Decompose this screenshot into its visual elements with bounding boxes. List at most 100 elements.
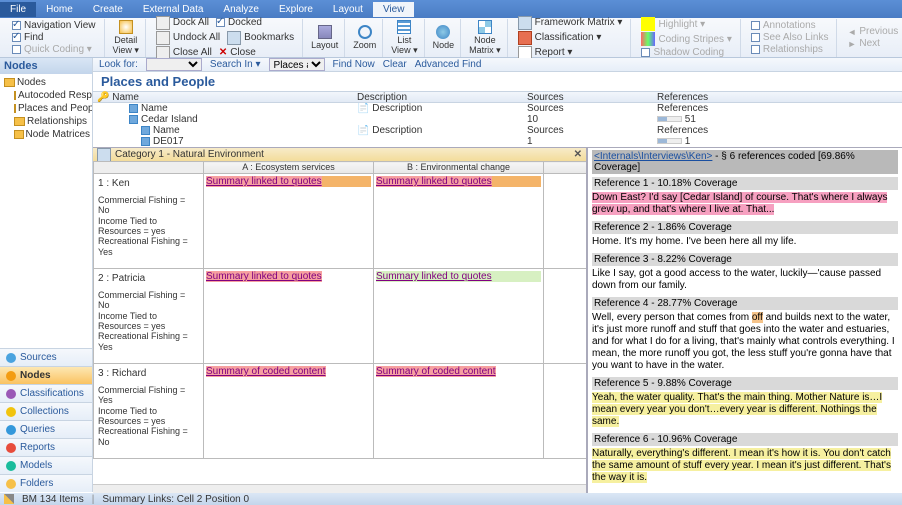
tree-item[interactable]: Places and People: [0, 102, 92, 115]
status-items: BM 134 Items: [22, 494, 84, 505]
advanced-find[interactable]: Advanced Find: [415, 59, 482, 70]
node-icon: [129, 104, 138, 113]
nav-nodes[interactable]: Nodes: [0, 366, 92, 384]
folder-icon: [14, 130, 24, 139]
matrix-cell[interactable]: Summary linked to quotes: [204, 174, 374, 269]
clear[interactable]: Clear: [383, 59, 407, 70]
matrix-row-header[interactable]: 2 : PatriciaCommercial Fishing = NoIncom…: [94, 269, 204, 364]
dock-all[interactable]: Dock All Docked: [154, 16, 296, 30]
list-title: Places and People: [93, 72, 902, 91]
file-tab[interactable]: File: [0, 2, 36, 17]
framework-matrix[interactable]: Framework Matrix ▾: [516, 16, 625, 30]
see-also-links[interactable]: See Also Links: [749, 32, 831, 43]
matrix-col-b[interactable]: B : Environmental change: [374, 162, 544, 174]
reference-title: Reference 2 - 1.86% Coverage: [592, 221, 898, 234]
node-icon: [141, 126, 150, 135]
nav-collections[interactable]: Collections: [0, 402, 92, 420]
list-row[interactable]: DE0171 1: [93, 136, 902, 147]
navigation-view-toggle[interactable]: Navigation View: [10, 20, 98, 31]
find-now[interactable]: Find Now: [333, 59, 375, 70]
list-row[interactable]: Name📄 DescriptionSourcesReferences: [93, 125, 902, 136]
tree-item[interactable]: Relationships: [0, 115, 92, 128]
main-area: Look for: Search In ▾ Places and Peopl F…: [93, 58, 902, 493]
nav-tree: Nodes Autocoded ResponsesPlaces and Peop…: [0, 74, 92, 348]
lookfor-input[interactable]: [146, 58, 202, 71]
tree-item[interactable]: Node Matrices: [0, 128, 92, 141]
ribbon-tab-layout[interactable]: Layout: [323, 2, 373, 17]
ribbon-tab-home[interactable]: Home: [36, 2, 83, 17]
undock-all[interactable]: Undock All Bookmarks: [154, 31, 296, 45]
matrix-cell[interactable]: Summary linked to quotes: [204, 269, 374, 364]
edit-icon: [4, 494, 14, 504]
list-row[interactable]: Name📄 DescriptionSourcesReferences: [93, 103, 902, 114]
search-scope[interactable]: Places and Peopl: [269, 58, 325, 71]
find-toggle[interactable]: Find: [10, 32, 98, 43]
tree-item[interactable]: Autocoded Responses: [0, 89, 92, 102]
matrix-cell[interactable]: Summary of coded content: [374, 364, 544, 459]
nav-models[interactable]: Models: [0, 456, 92, 474]
matrix-row-header[interactable]: 1 : KenCommercial Fishing = NoIncome Tie…: [94, 174, 204, 269]
nav-icon: [6, 425, 16, 435]
detail-header: <Internals\Interviews\Ken> - § 6 referen…: [592, 150, 898, 174]
ribbon-tab-create[interactable]: Create: [83, 2, 133, 17]
folder-icon: [4, 78, 15, 87]
reference-body: Home. It's my home. I've been here all m…: [592, 234, 898, 250]
list-view-button[interactable]: List View ▾: [391, 20, 417, 56]
matrix-table: A : Ecosystem services B : Environmental…: [93, 161, 586, 459]
close-icon[interactable]: ✕: [574, 149, 582, 160]
search-in[interactable]: Search In ▾: [210, 59, 261, 70]
layout-button[interactable]: Layout: [311, 25, 338, 50]
nav-icon: [6, 479, 16, 489]
coding-stripes[interactable]: Coding Stripes ▾: [639, 32, 733, 46]
zoom-button[interactable]: Zoom: [353, 25, 376, 50]
folder-icon: [14, 104, 16, 113]
matrix-tab-label: Category 1 - Natural Environment: [115, 149, 264, 160]
nav-classifications[interactable]: Classifications: [0, 384, 92, 402]
lookfor-label: Look for:: [99, 59, 138, 70]
matrix-cell[interactable]: Summary linked to quotes: [374, 174, 544, 269]
detail-source-link[interactable]: <Internals\Interviews\Ken>: [594, 151, 712, 162]
reference-body: Down East? I'd say [Cedar Island] of cou…: [592, 190, 898, 218]
matrix-icon: [97, 148, 111, 162]
matrix-tab[interactable]: Category 1 - Natural Environment ✕: [93, 148, 586, 161]
matrix-col-a[interactable]: A : Ecosystem services: [204, 162, 374, 174]
reference-title: Reference 3 - 8.22% Coverage: [592, 253, 898, 266]
ribbon-tab-explore[interactable]: Explore: [269, 2, 323, 17]
nav-icon: [6, 407, 16, 417]
reference-title: Reference 6 - 10.96% Coverage: [592, 433, 898, 446]
nav-folders[interactable]: Folders: [0, 474, 92, 492]
quick-coding-toggle[interactable]: Quick Coding ▾: [10, 44, 98, 55]
nav-header: Nodes: [0, 58, 92, 74]
node-icon: [129, 115, 138, 124]
matrix-row-header[interactable]: 3 : RichardCommercial Fishing = YesIncom…: [94, 364, 204, 459]
matrix-cell[interactable]: Summary linked to quotes: [374, 269, 544, 364]
previous-ref[interactable]: ◄ Previous: [845, 26, 900, 37]
reference-title: Reference 1 - 10.18% Coverage: [592, 177, 898, 190]
nav-queries[interactable]: Queries: [0, 420, 92, 438]
ribbon-tab-analyze[interactable]: Analyze: [213, 2, 269, 17]
nav-reports[interactable]: Reports: [0, 438, 92, 456]
matrix-scrollbar[interactable]: [93, 484, 586, 493]
classification[interactable]: Classification ▾: [516, 31, 625, 45]
detail-view-button[interactable]: Detail View ▾: [113, 20, 139, 56]
node-matrix-button[interactable]: Node Matrix ▾: [469, 20, 501, 56]
shadow-coding[interactable]: Shadow Coding: [639, 47, 733, 58]
annotations[interactable]: Annotations: [749, 20, 831, 31]
ribbon-tab-view[interactable]: View: [373, 2, 415, 17]
reference-body: Yeah, the water quality. That's the main…: [592, 390, 898, 430]
reference-body: Like I say, got a good access to the wat…: [592, 266, 898, 294]
highlight[interactable]: Highlight ▾: [639, 17, 733, 31]
next-ref[interactable]: ► Next: [845, 38, 900, 49]
ribbon-tab-external-data[interactable]: External Data: [133, 2, 214, 17]
node-button[interactable]: Node: [433, 25, 455, 50]
reference-body: Well, every person that comes from off a…: [592, 310, 898, 374]
list-row[interactable]: Cedar Island10 51: [93, 114, 902, 125]
tree-root[interactable]: Nodes: [0, 76, 92, 89]
reference-title: Reference 5 - 9.88% Coverage: [592, 377, 898, 390]
nav-sources[interactable]: Sources: [0, 348, 92, 366]
relationships[interactable]: Relationships: [749, 44, 831, 55]
ribbon-tabs: File HomeCreateExternal DataAnalyzeExplo…: [0, 0, 902, 18]
framework-matrix-pane: Category 1 - Natural Environment ✕ A : E…: [93, 148, 588, 493]
matrix-cell[interactable]: Summary of coded content: [204, 364, 374, 459]
detail-pane: <Internals\Interviews\Ken> - § 6 referen…: [588, 148, 902, 493]
